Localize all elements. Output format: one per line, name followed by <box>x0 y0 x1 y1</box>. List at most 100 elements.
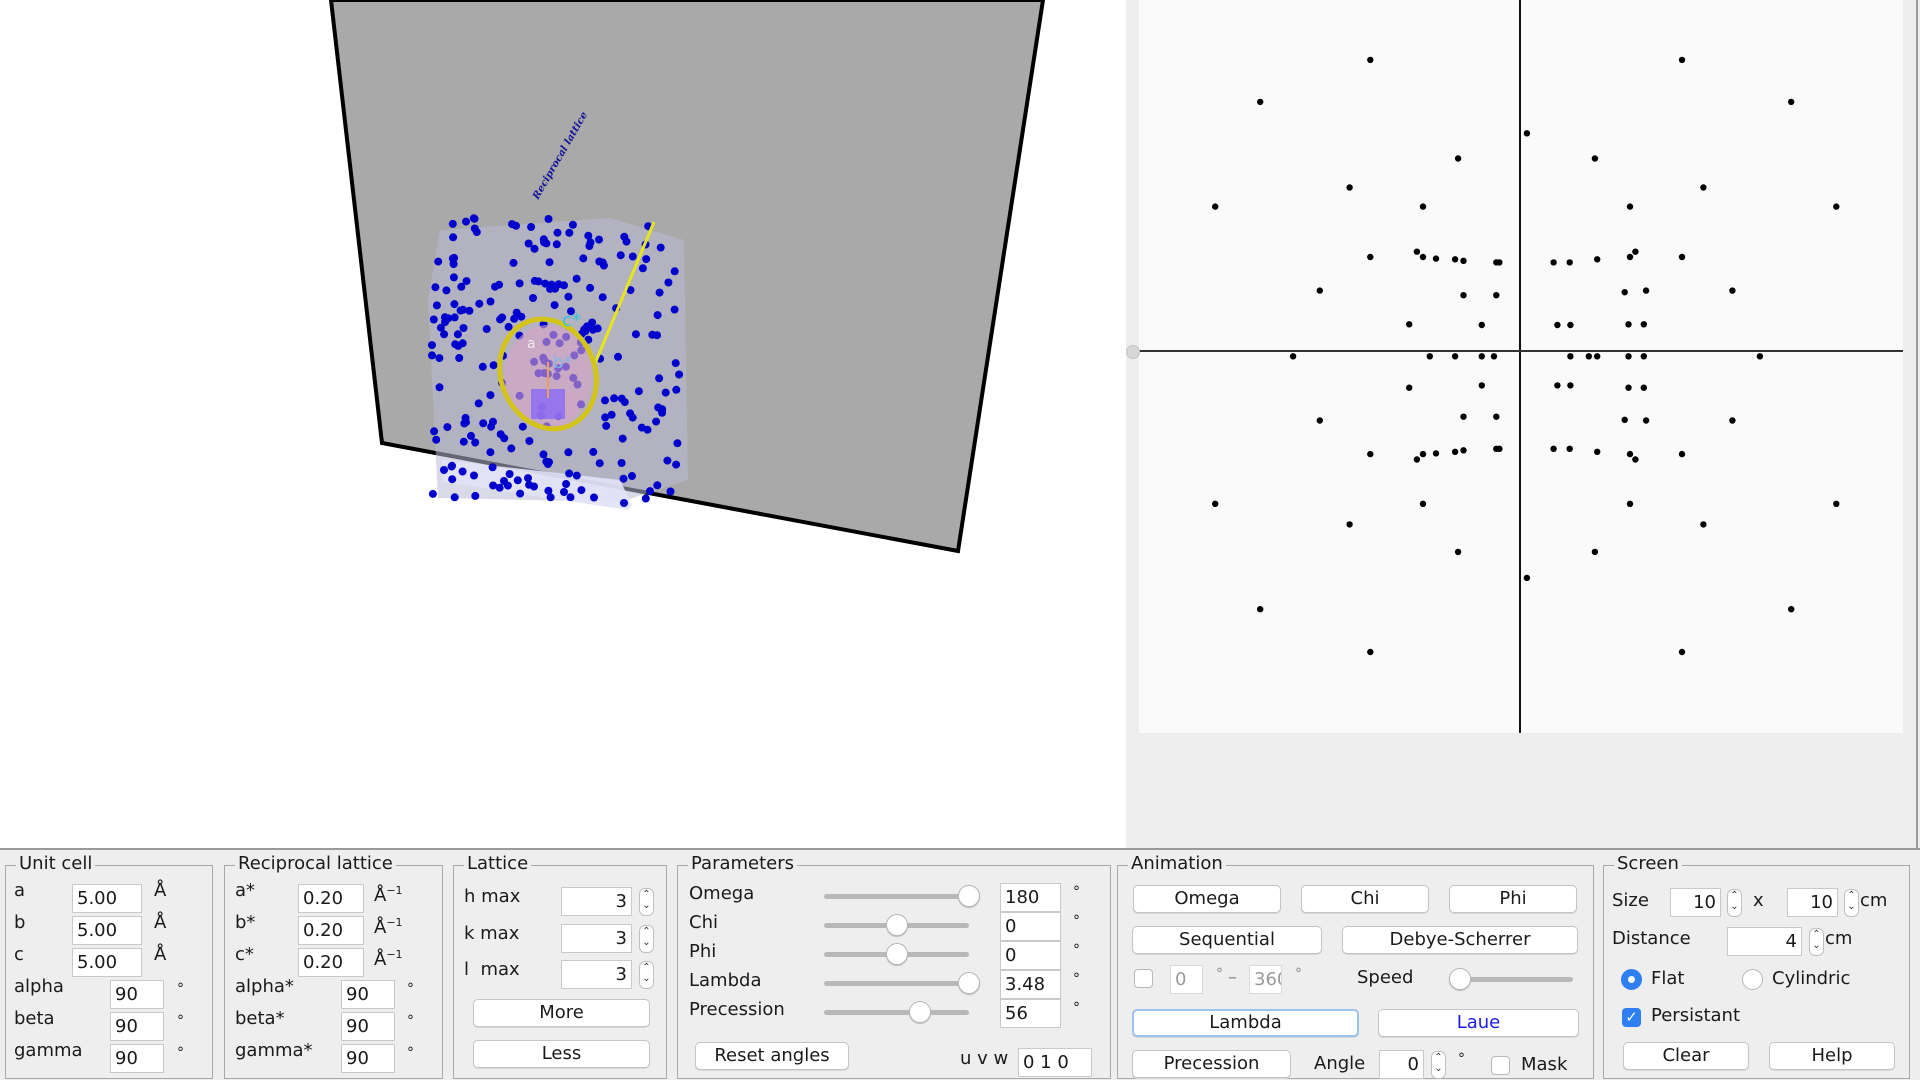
l-max-spinner[interactable]: ⌃ ⌄ <box>639 961 654 989</box>
diffraction-spot <box>1640 321 1647 328</box>
lattice-point <box>648 330 657 339</box>
animation-title: Animation <box>1128 853 1226 875</box>
precession-button[interactable]: Precession <box>1132 1050 1291 1078</box>
k-max-spinner[interactable]: ⌃ ⌄ <box>639 925 654 953</box>
lattice-point <box>512 221 520 230</box>
detector-pattern[interactable] <box>1139 0 1903 733</box>
h-max-field[interactable]: 3 <box>561 887 632 916</box>
lattice-point <box>516 489 525 498</box>
phi-field[interactable]: 0 <box>1000 941 1061 970</box>
cylindric-radio[interactable] <box>1742 969 1763 990</box>
lattice-point <box>496 430 505 439</box>
angle-label: Angle <box>1314 1053 1366 1074</box>
lattice-point <box>518 422 527 431</box>
unit-cell-alpha-field[interactable]: 90 <box>110 980 164 1009</box>
uvw-field[interactable]: 0 1 0 <box>1018 1048 1092 1077</box>
lattice-point <box>572 274 581 283</box>
lattice-point <box>601 396 609 405</box>
lattice-point <box>579 254 588 263</box>
lattice-point <box>672 385 681 394</box>
k-max-field[interactable]: 3 <box>561 924 632 953</box>
size-width-field[interactable]: 10 <box>1670 888 1721 917</box>
diffraction-spot <box>1523 574 1531 582</box>
distance-spinner[interactable]: ⌃ ⌄ <box>1809 928 1824 956</box>
angle-spinner[interactable]: ⌃ ⌄ <box>1431 1051 1446 1079</box>
unit-cell-b-field[interactable]: 5.00 <box>72 916 142 945</box>
less-button[interactable]: Less <box>473 1040 650 1068</box>
animate-phi-button[interactable]: Phi <box>1449 885 1577 913</box>
recip-c-field[interactable]: 0.20 <box>298 948 364 977</box>
range-from-field[interactable]: 0 <box>1170 965 1203 994</box>
speed-slider-thumb[interactable] <box>1449 968 1471 990</box>
h-max-spinner[interactable]: ⌃ ⌄ <box>639 888 654 916</box>
range-checkbox[interactable] <box>1134 969 1153 988</box>
precession-field[interactable]: 56 <box>1000 999 1061 1028</box>
flat-radio[interactable] <box>1621 969 1642 990</box>
reset-angles-button[interactable]: Reset angles <box>695 1042 849 1070</box>
lattice-point <box>585 242 594 250</box>
diffraction-spot <box>1567 382 1574 389</box>
unit-cell-a-field[interactable]: 5.00 <box>72 884 142 913</box>
l-max-field[interactable]: 3 <box>561 960 632 989</box>
recip-a-field[interactable]: 0.20 <box>298 884 364 913</box>
split-handle[interactable] <box>1126 345 1140 359</box>
lattice-point <box>564 448 573 457</box>
unit-cell-gamma-unit: ° <box>177 1045 184 1061</box>
unit-cell-gamma-field[interactable]: 90 <box>110 1044 164 1073</box>
omega-slider-thumb[interactable] <box>958 885 980 907</box>
unit-cell-beta-field[interactable]: 90 <box>110 1012 164 1041</box>
sequential-button[interactable]: Sequential <box>1132 926 1322 954</box>
unit-cell-beta-unit: ° <box>177 1013 184 1029</box>
diffraction-spot <box>1632 248 1639 255</box>
diffraction-spot <box>1460 413 1467 420</box>
distance-field[interactable]: 4 <box>1727 927 1802 956</box>
angle-field[interactable]: 0 <box>1379 1050 1424 1079</box>
size-height-field[interactable]: 10 <box>1787 888 1838 917</box>
lambda-field[interactable]: 3.48 <box>1000 970 1061 999</box>
speed-slider-track[interactable] <box>1460 977 1573 982</box>
size-width-spinner[interactable]: ⌃ ⌄ <box>1727 889 1742 917</box>
unit-cell-c-field[interactable]: 5.00 <box>72 948 142 977</box>
omega-field[interactable]: 180 <box>1000 883 1061 912</box>
3d-view-canvas[interactable]: c* b* a Reciprocal lattice <box>0 0 1126 848</box>
phi-slider-thumb[interactable] <box>885 943 908 965</box>
lattice-point <box>589 447 598 456</box>
help-button[interactable]: Help <box>1769 1042 1895 1070</box>
recip-beta-field[interactable]: 90 <box>341 1012 395 1041</box>
persistant-checkbox[interactable]: ✓ <box>1622 1008 1641 1027</box>
precession-slider-thumb[interactable] <box>908 1001 931 1023</box>
lambda-slider-thumb[interactable] <box>958 972 980 994</box>
clear-button[interactable]: Clear <box>1623 1042 1749 1070</box>
lattice-point <box>617 459 626 467</box>
lattice-point <box>467 431 475 440</box>
lattice-point <box>670 267 679 276</box>
lattice-point <box>622 237 631 246</box>
range-to-field[interactable]: 360 <box>1249 965 1282 994</box>
axis-label-b: b* <box>553 353 572 373</box>
diffraction-spot <box>1756 353 1764 360</box>
lattice-point <box>673 439 682 448</box>
lambda-slider-track[interactable] <box>824 981 969 986</box>
lattice-point <box>675 370 684 379</box>
lattice-point <box>631 330 640 339</box>
recip-gamma-field[interactable]: 90 <box>341 1044 395 1073</box>
lattice-point <box>434 257 443 266</box>
lattice-point <box>527 223 536 231</box>
axis-label-c: c* <box>562 310 581 331</box>
debye-scherrer-button[interactable]: Debye-Scherrer <box>1342 926 1578 954</box>
lambda-button[interactable]: Lambda <box>1132 1009 1359 1037</box>
diffraction-spot <box>1626 253 1634 261</box>
diffraction-spot <box>1257 606 1264 613</box>
more-button[interactable]: More <box>473 999 650 1027</box>
recip-b-field[interactable]: 0.20 <box>298 916 364 945</box>
animate-chi-button[interactable]: Chi <box>1301 885 1429 913</box>
recip-alpha-field[interactable]: 90 <box>341 980 395 1009</box>
precession-slider-track[interactable] <box>824 1010 969 1015</box>
chi-slider-thumb[interactable] <box>885 914 908 936</box>
laue-button[interactable]: Laue <box>1378 1009 1579 1037</box>
chi-field[interactable]: 0 <box>1000 912 1061 941</box>
omega-slider-track[interactable] <box>824 894 969 899</box>
size-height-spinner[interactable]: ⌃ ⌄ <box>1844 889 1859 917</box>
animate-omega-button[interactable]: Omega <box>1133 885 1281 913</box>
mask-checkbox[interactable] <box>1491 1056 1510 1075</box>
